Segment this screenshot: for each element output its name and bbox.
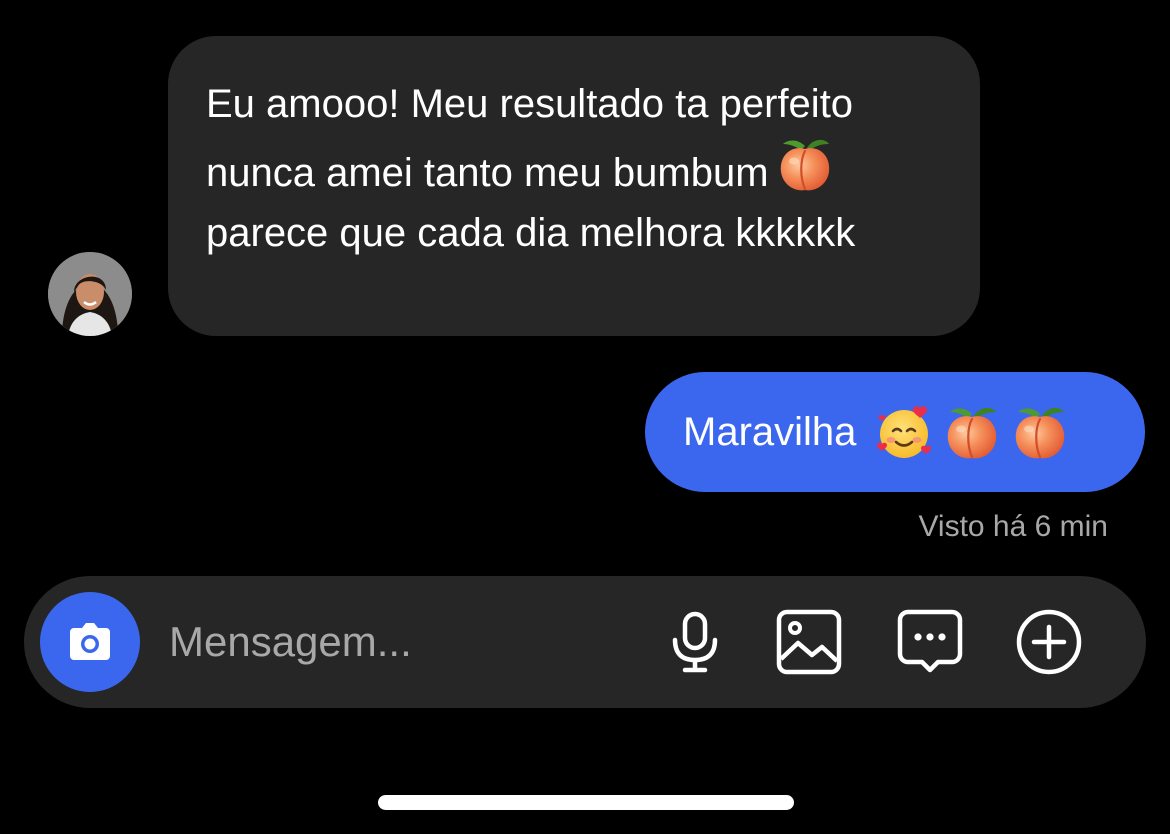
home-indicator[interactable] — [378, 795, 794, 810]
contact-avatar[interactable] — [48, 252, 132, 336]
sent-message-text: Maravilha — [683, 409, 857, 454]
received-message-text: Eu amooo! Meu resultado ta perfeito nunc… — [206, 74, 942, 263]
add-icon — [1016, 609, 1082, 675]
message-input[interactable] — [169, 609, 639, 675]
sent-message-bubble[interactable]: Maravilha — [645, 372, 1145, 492]
sticker-icon — [897, 609, 963, 673]
smiling-face-with-hearts-emoji — [874, 402, 934, 462]
peach-emoji — [1010, 402, 1070, 462]
add-button[interactable] — [1015, 608, 1083, 676]
camera-button[interactable] — [40, 592, 140, 692]
received-message-text-part-2: parece que cada dia melhora kkkkkk — [206, 211, 856, 255]
peach-emoji — [775, 134, 835, 194]
seen-status: Visto há 6 min — [918, 510, 1108, 543]
camera-icon — [70, 623, 110, 660]
gallery-icon — [776, 609, 842, 675]
contact-photo — [48, 252, 132, 336]
received-message-text-part-1: Eu amooo! Meu resultado ta perfeito nunc… — [206, 82, 854, 195]
message-composer — [24, 576, 1146, 708]
sent-message-emojis — [874, 402, 1070, 462]
sticker-button[interactable] — [896, 608, 964, 676]
gallery-button[interactable] — [775, 608, 843, 676]
microphone-button[interactable] — [661, 608, 729, 676]
peach-emoji — [942, 402, 1002, 462]
received-message-bubble[interactable]: Eu amooo! Meu resultado ta perfeito nunc… — [168, 36, 980, 336]
microphone-icon — [672, 611, 718, 673]
